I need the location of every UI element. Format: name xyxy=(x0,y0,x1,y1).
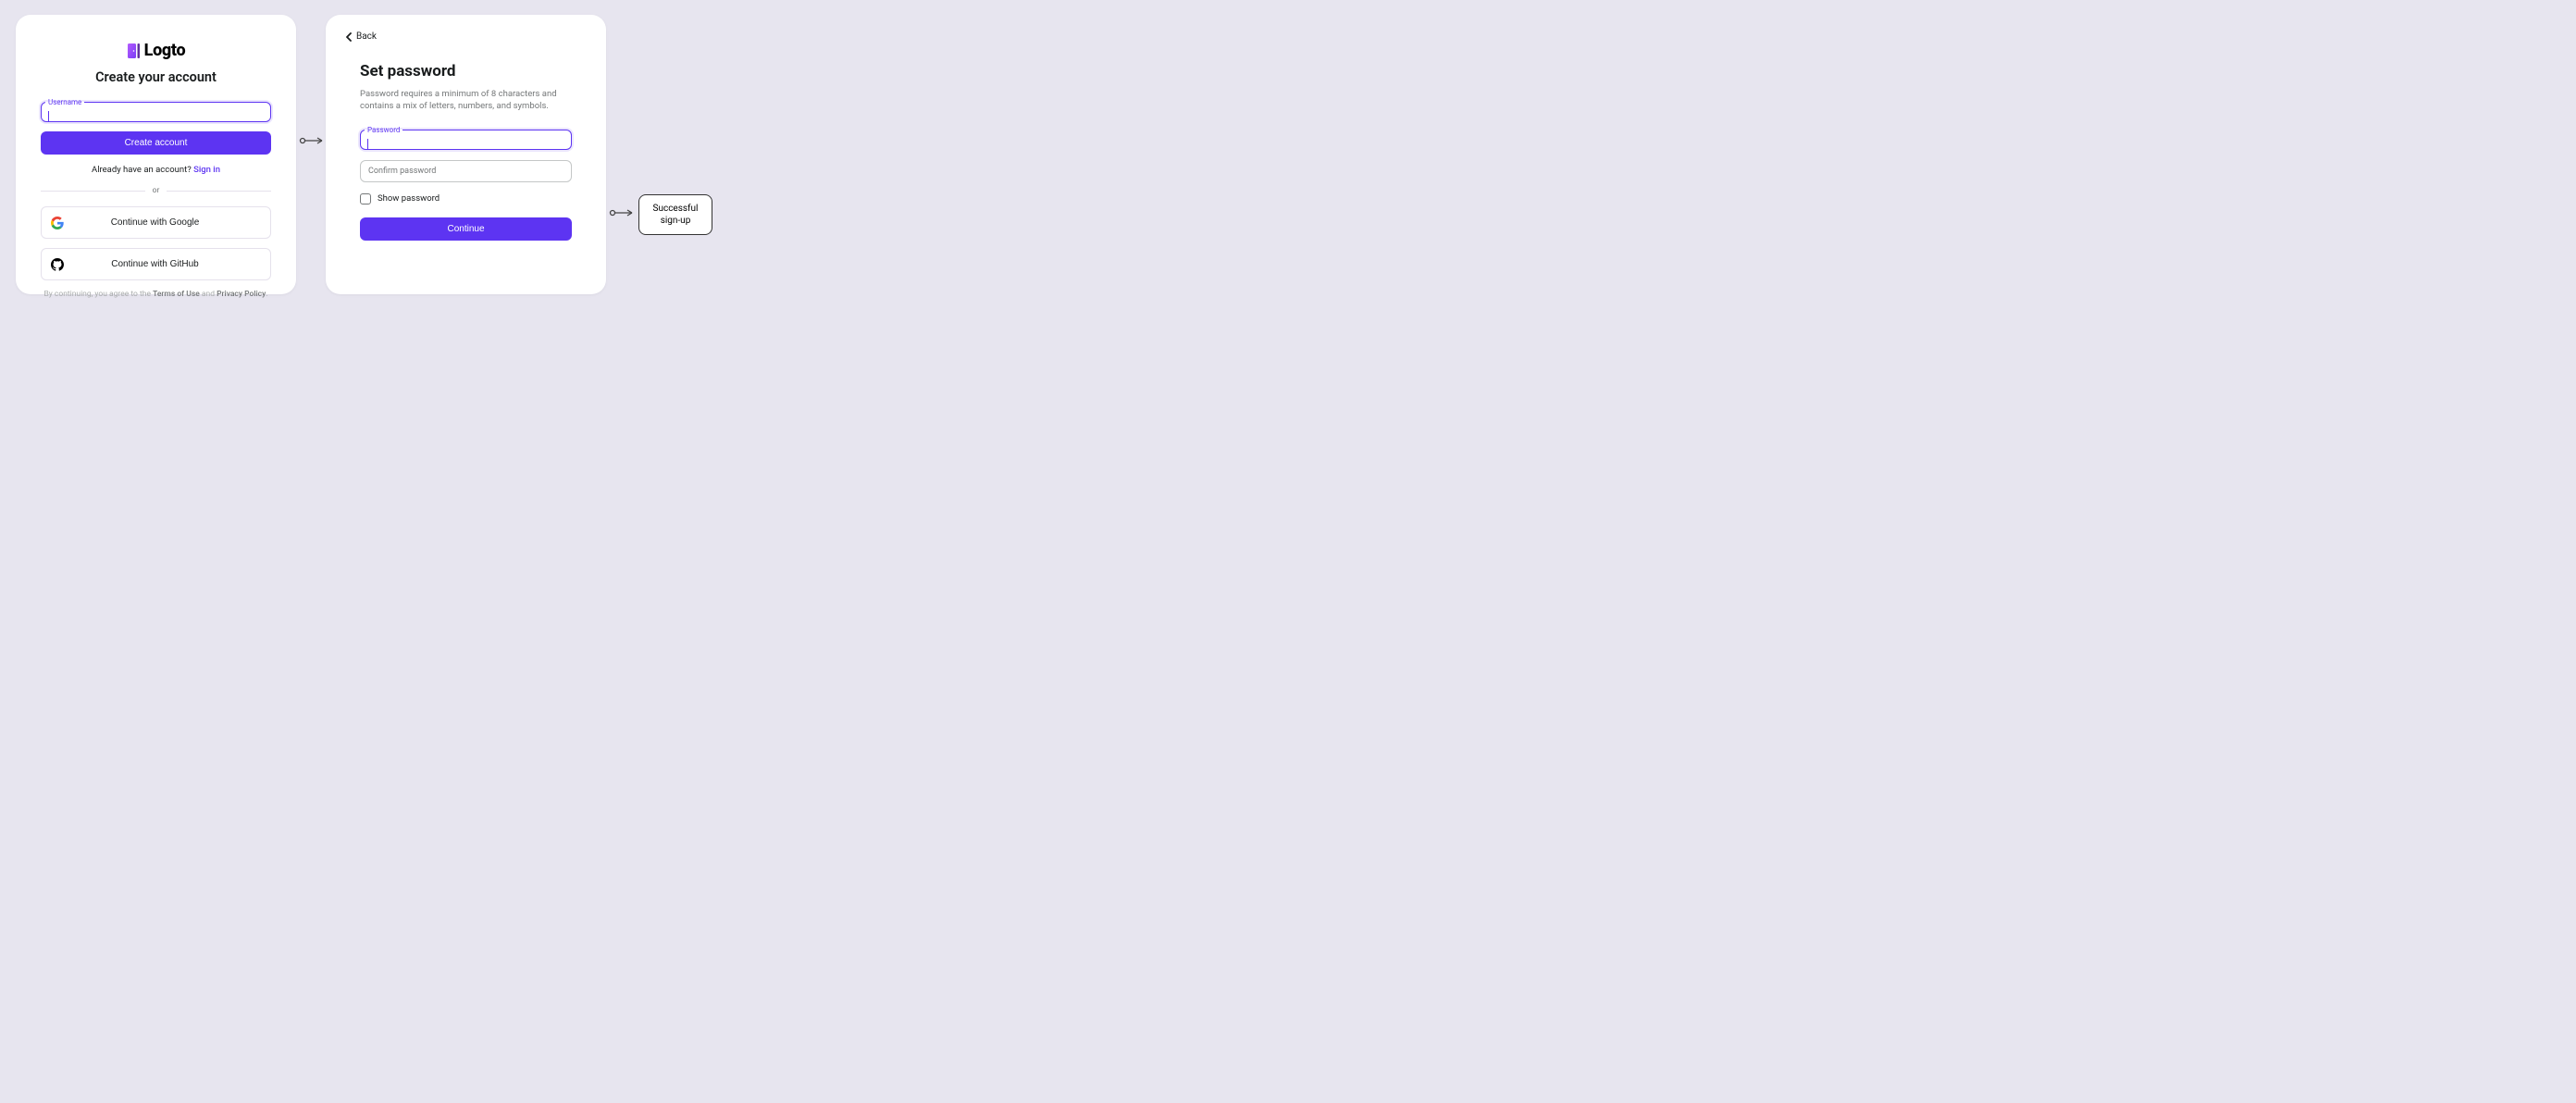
signup-card: Logto Create your account Username Creat… xyxy=(16,15,296,294)
signin-prompt: Already have an account? Sign in xyxy=(41,165,271,175)
success-callout: Successful sign-up xyxy=(638,194,712,235)
flow-arrow-1 xyxy=(299,136,327,145)
create-account-button[interactable]: Create account xyxy=(41,131,271,155)
terms-link[interactable]: Terms of Use xyxy=(153,290,200,299)
text-caret xyxy=(367,139,368,150)
username-label: Username xyxy=(45,98,84,106)
password-field[interactable]: Password xyxy=(360,126,572,150)
continue-google-button[interactable]: Continue with Google xyxy=(41,206,271,239)
brand-name: Logto xyxy=(144,41,186,60)
divider: or xyxy=(41,186,271,195)
logto-icon xyxy=(127,43,142,59)
username-field[interactable]: Username xyxy=(41,98,271,122)
back-button[interactable]: Back xyxy=(334,31,598,42)
continue-button[interactable]: Continue xyxy=(360,217,572,241)
chevron-left-icon xyxy=(345,32,353,42)
terms-text: By continuing, you agree to the Terms of… xyxy=(41,290,271,299)
privacy-link[interactable]: Privacy Policy xyxy=(217,290,266,299)
brand-logo: Logto xyxy=(41,41,271,60)
password-card: Back Set password Password requires a mi… xyxy=(326,15,606,294)
signin-link[interactable]: Sign in xyxy=(193,165,220,175)
password-label: Password xyxy=(365,126,402,134)
flow-arrow-2 xyxy=(609,208,637,217)
text-caret xyxy=(48,111,49,122)
show-password-label: Show password xyxy=(378,193,440,204)
show-password-row: Show password xyxy=(360,193,572,204)
continue-github-button[interactable]: Continue with GitHub xyxy=(41,248,271,280)
page-title: Create your account xyxy=(41,69,271,85)
password-title: Set password xyxy=(360,62,572,81)
password-description: Password requires a minimum of 8 charact… xyxy=(360,88,572,113)
confirm-password-field[interactable] xyxy=(360,160,572,182)
show-password-checkbox[interactable] xyxy=(360,193,371,204)
